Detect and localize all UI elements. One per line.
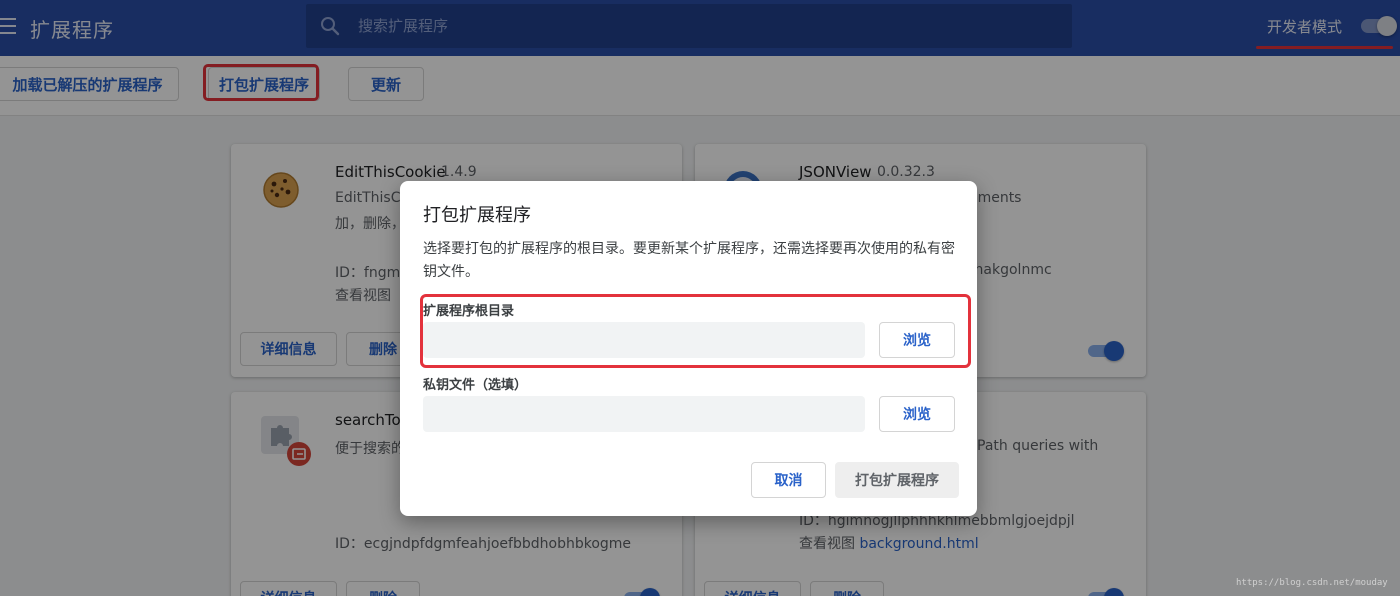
watermark: https://blog.csdn.net/mouday bbox=[1236, 578, 1388, 588]
browse-key-button[interactable]: 浏览 bbox=[879, 396, 955, 432]
dialog-description: 选择要打包的扩展程序的根目录。要更新某个扩展程序，还需选择要再次使用的私有密钥文… bbox=[423, 241, 955, 280]
cancel-button[interactable]: 取消 bbox=[751, 462, 826, 498]
pack-confirm-button[interactable]: 打包扩展程序 bbox=[835, 462, 959, 498]
key-file-label: 私钥文件（选填） bbox=[423, 378, 528, 393]
pack-extension-dialog: 打包扩展程序 选择要打包的扩展程序的根目录。要更新某个扩展程序，还需选择要再次使… bbox=[400, 181, 977, 516]
key-file-input[interactable] bbox=[423, 396, 865, 432]
root-dir-highlight bbox=[420, 294, 971, 368]
dialog-title: 打包扩展程序 bbox=[423, 205, 531, 226]
